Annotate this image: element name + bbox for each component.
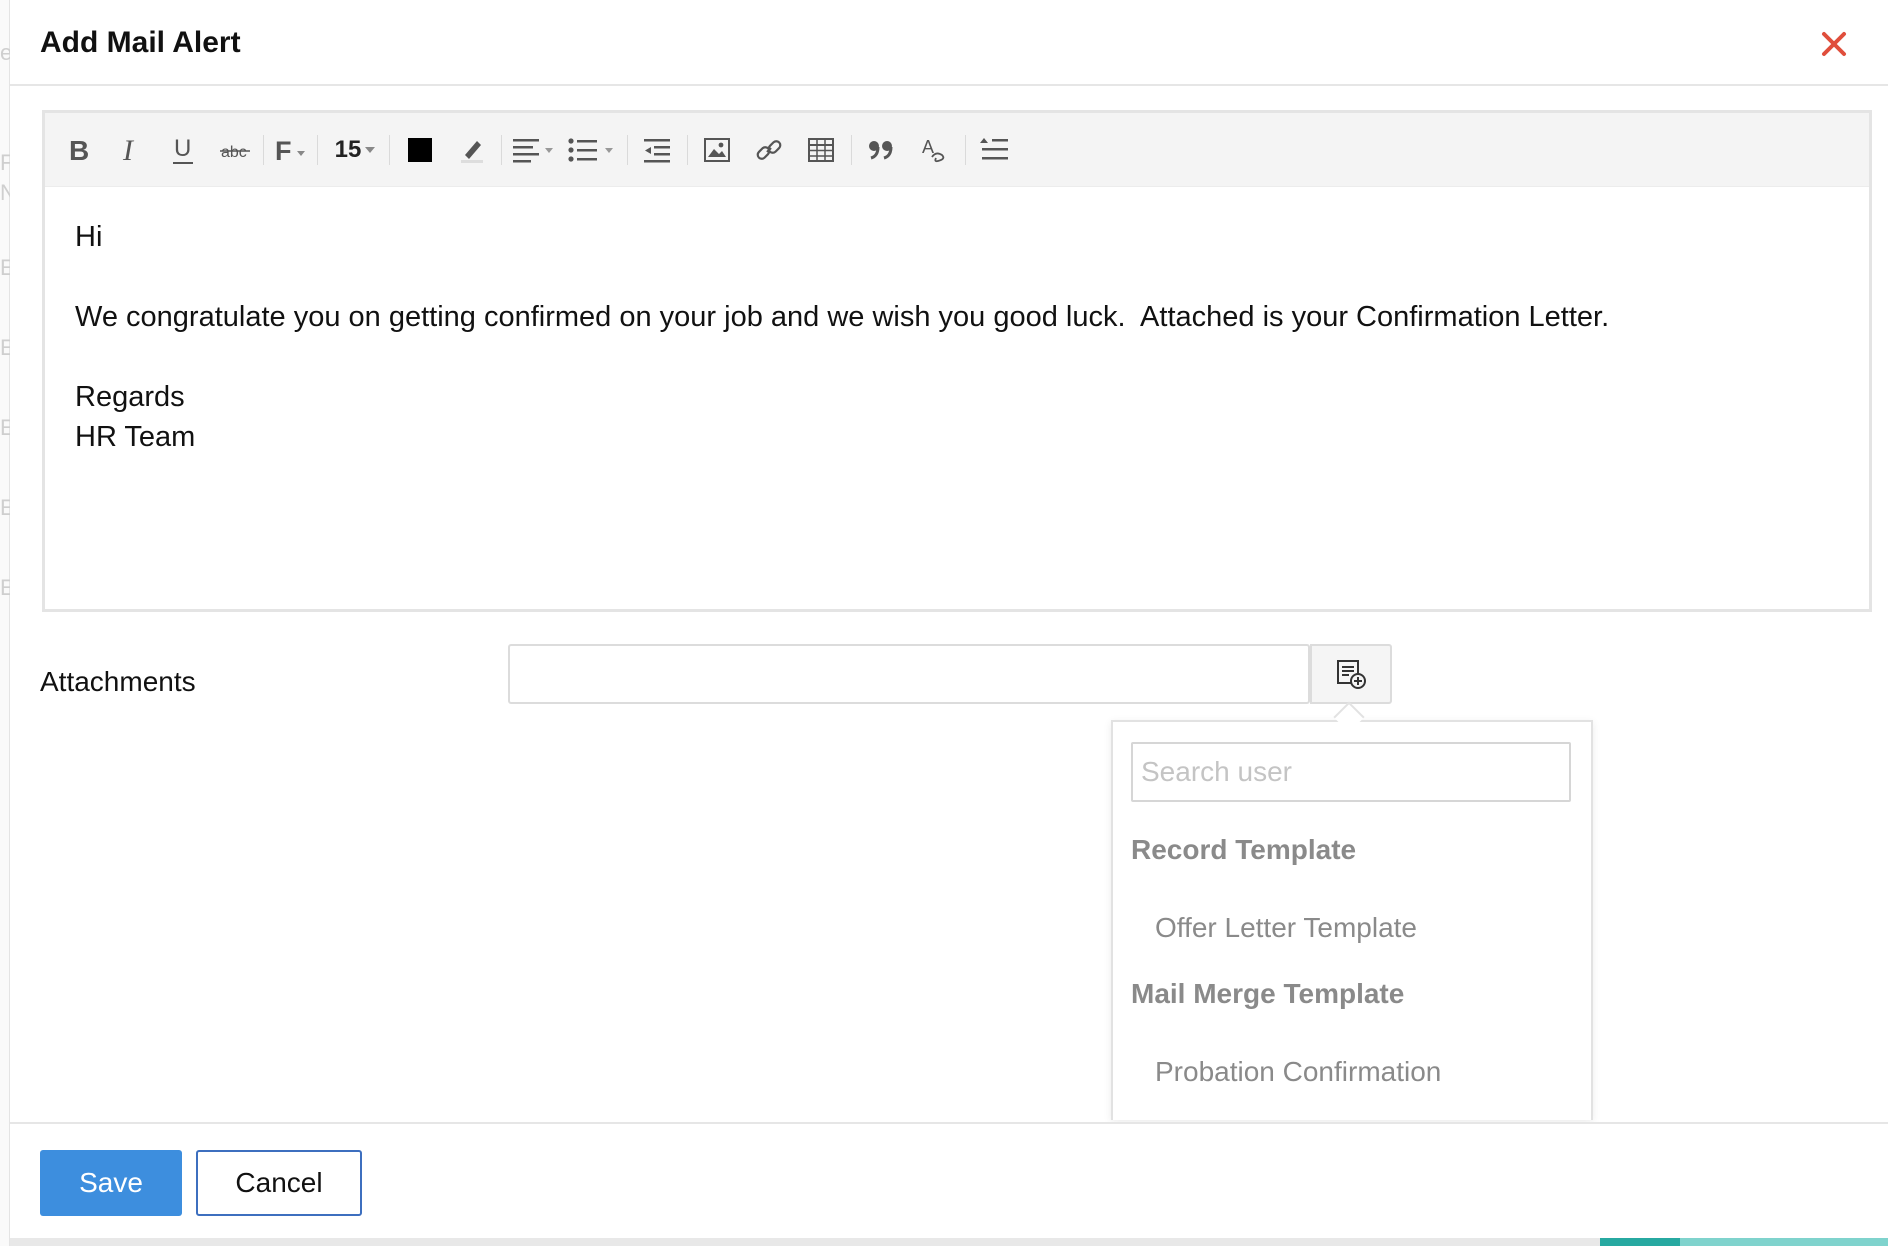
body-line-message: We congratulate you on getting confirmed… bbox=[75, 301, 1610, 333]
search-user-input[interactable] bbox=[1131, 742, 1571, 802]
svg-text:abc: abc bbox=[221, 144, 247, 161]
table-icon[interactable] bbox=[797, 131, 845, 169]
list-icon[interactable] bbox=[563, 131, 619, 169]
svg-text:A: A bbox=[922, 137, 934, 157]
indent-icon[interactable] bbox=[633, 131, 681, 169]
underline-icon[interactable]: U bbox=[163, 131, 203, 169]
italic-icon[interactable]: I bbox=[111, 131, 151, 169]
option-offer-letter-template[interactable]: Offer Letter Template bbox=[1155, 912, 1417, 944]
quote-icon[interactable] bbox=[857, 131, 905, 169]
insert-template-icon bbox=[1337, 660, 1366, 689]
editor-toolbar: B I U abc F 15 A bbox=[45, 113, 1869, 187]
line-spacing-icon[interactable] bbox=[971, 131, 1019, 169]
attachments-input[interactable] bbox=[508, 644, 1310, 704]
add-mail-alert-dialog: Add Mail Alert B I U abc F 15 A Hi We co… bbox=[10, 0, 1888, 1246]
strikethrough-icon[interactable]: abc bbox=[213, 131, 257, 169]
link-icon[interactable] bbox=[745, 131, 793, 169]
font-size-dropdown[interactable]: 15 bbox=[325, 131, 385, 169]
close-icon[interactable] bbox=[1816, 26, 1852, 62]
body-line-greeting: Hi bbox=[75, 221, 103, 253]
rich-text-editor[interactable]: B I U abc F 15 A Hi We congratulate you … bbox=[42, 110, 1872, 612]
cancel-button[interactable]: Cancel bbox=[196, 1150, 362, 1216]
group-record-template: Record Template bbox=[1131, 834, 1357, 865]
dialog-footer: Save Cancel bbox=[10, 1122, 1888, 1246]
bold-icon[interactable]: B bbox=[59, 131, 99, 169]
body-line-signature: HR Team bbox=[75, 421, 196, 453]
bottom-status-strip bbox=[10, 1238, 1888, 1246]
attachments-label: Attachments bbox=[40, 666, 196, 697]
svg-text:I: I bbox=[122, 135, 135, 165]
background-page-edge: e F N E E E E E bbox=[0, 0, 16, 1246]
body-line-regards: Regards bbox=[75, 381, 185, 413]
dialog-header: Add Mail Alert bbox=[10, 0, 1888, 86]
text-color-icon[interactable] bbox=[395, 131, 445, 169]
svg-text:U: U bbox=[174, 135, 191, 162]
spellcheck-icon[interactable]: A bbox=[911, 131, 959, 169]
font-family-icon[interactable]: F bbox=[269, 131, 311, 169]
insert-template-button[interactable] bbox=[1310, 644, 1392, 704]
image-icon[interactable] bbox=[693, 131, 741, 169]
align-icon[interactable] bbox=[507, 131, 559, 169]
dialog-title: Add Mail Alert bbox=[40, 26, 241, 59]
svg-text:B: B bbox=[69, 135, 89, 165]
svg-text:F: F bbox=[275, 136, 292, 165]
save-button[interactable]: Save bbox=[40, 1150, 182, 1216]
group-mail-merge-template: Mail Merge Template bbox=[1131, 978, 1405, 1009]
editor-content[interactable]: Hi We congratulate you on getting confir… bbox=[75, 217, 1839, 457]
option-probation-confirmation[interactable]: Probation Confirmation bbox=[1155, 1056, 1441, 1088]
highlight-icon[interactable] bbox=[449, 131, 495, 169]
template-dropdown: Record Template Offer Letter Template Ma… bbox=[1111, 720, 1593, 1120]
